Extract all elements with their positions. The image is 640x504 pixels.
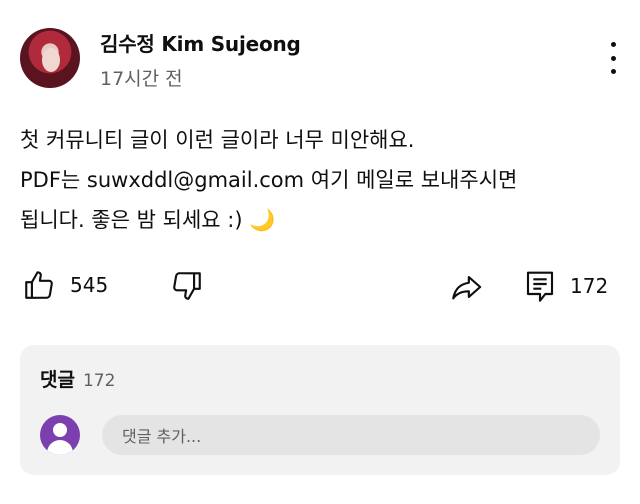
add-comment-input[interactable]: 댓글 추가... <box>102 415 600 455</box>
like-count: 545 <box>70 273 109 297</box>
community-post: 김수정 Kim Sujeong 17시간 전 첫 커뮤니티 글이 이런 글이라 … <box>0 0 640 504</box>
post-time: 17시간 전 <box>100 68 183 90</box>
comment-icon <box>526 271 554 302</box>
author-name[interactable]: 김수정 Kim Sujeong <box>100 28 301 57</box>
more-options-icon[interactable] <box>604 42 622 74</box>
user-avatar <box>40 415 80 455</box>
comments-button[interactable]: 172 <box>524 268 608 304</box>
share-button[interactable] <box>448 270 484 304</box>
comments-panel[interactable]: 댓글 172 댓글 추가... <box>20 345 620 475</box>
post-line: PDF는 suwxddl@gmail.com 여기 메일로 보내주시면 <box>20 168 518 192</box>
like-button[interactable]: 545 <box>22 268 108 302</box>
post-line: 됩니다. 좋은 밤 되세요 :) 🌙 <box>20 208 276 232</box>
comments-header: 댓글 172 <box>40 365 115 392</box>
channel-avatar[interactable] <box>20 28 80 88</box>
comment-count: 172 <box>570 274 609 298</box>
share-icon <box>452 276 482 300</box>
action-bar: 545 172 <box>0 262 640 312</box>
comments-title: 댓글 <box>40 369 75 391</box>
thumbs-up-icon <box>25 271 53 299</box>
dislike-button[interactable] <box>170 269 204 303</box>
post-line: 첫 커뮤니티 글이 이런 글이라 너무 미안해요. <box>20 128 415 152</box>
post-text: 첫 커뮤니티 글이 이런 글이라 너무 미안해요. PDF는 suwxddl@g… <box>20 120 620 240</box>
thumbs-down-icon <box>173 272 201 300</box>
comments-count: 172 <box>82 371 116 391</box>
